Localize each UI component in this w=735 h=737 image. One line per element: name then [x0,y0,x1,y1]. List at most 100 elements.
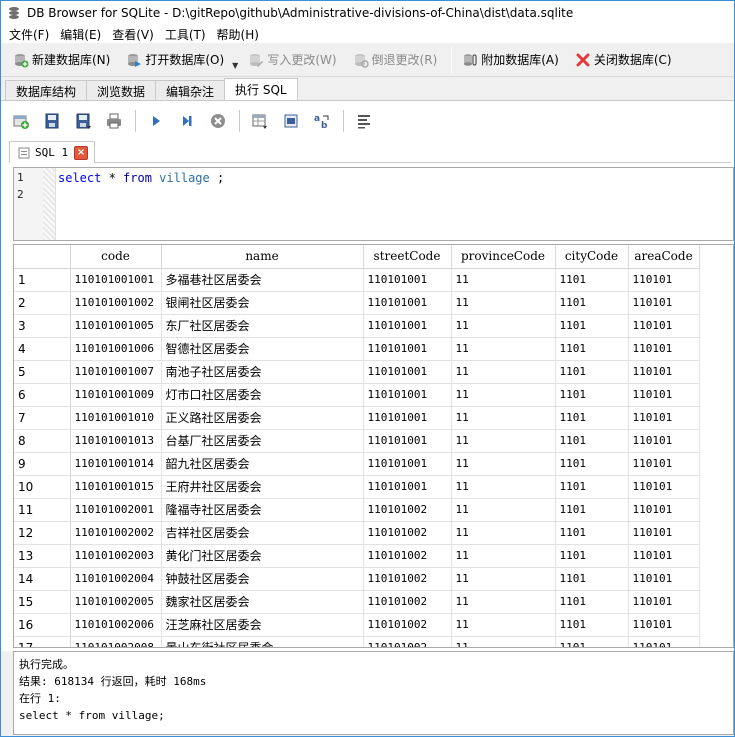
open-tab-button[interactable] [9,109,33,133]
cell-areacode[interactable]: 110101 [628,475,700,499]
cell-code[interactable]: 110101001001 [70,268,162,292]
cell-provincecode[interactable]: 11 [451,475,556,499]
cell-code[interactable]: 110101002008 [70,636,162,647]
table-row[interactable]: 16 110101002006 汪芝麻社区居委会 110101002 11 1101 110… [14,613,700,637]
table-row[interactable]: 10 110101001015 王府井社区居委会 110101001 11 1101 110… [14,475,700,499]
tab-database-structure[interactable]: 数据库结构 [5,80,88,100]
cell-citycode[interactable]: 1101 [555,521,629,545]
find-replace-button[interactable]: ab [310,109,334,133]
cell-citycode[interactable]: 1101 [555,406,629,430]
cell-areacode[interactable]: 110101 [628,429,700,453]
cell-streetcode[interactable]: 110101001 [363,268,452,292]
table-row[interactable]: 15 110101002005 魏家社区居委会 110101002 11 1101 1101… [14,590,700,614]
row-number[interactable]: 7 [14,406,71,430]
cell-areacode[interactable]: 110101 [628,337,700,361]
cell-streetcode[interactable]: 110101001 [363,452,452,476]
table-row[interactable]: 6 110101001009 灯市口社区居委会 110101001 11 1101 1101… [14,383,700,407]
cell-citycode[interactable]: 1101 [555,314,629,338]
cell-name[interactable]: 黄化门社区居委会 [161,544,364,568]
open-database-button[interactable]: 打开数据库(O) [122,47,228,73]
cell-streetcode[interactable]: 110101002 [363,590,452,614]
cell-code[interactable]: 110101001010 [70,406,162,430]
cell-provincecode[interactable]: 11 [451,521,556,545]
write-changes-button[interactable]: 写入更改(W) [244,47,340,73]
cell-name[interactable]: 汪芝麻社区居委会 [161,613,364,637]
execute-all-button[interactable] [144,109,168,133]
execute-current-line-button[interactable] [175,109,199,133]
row-number[interactable]: 6 [14,383,71,407]
cell-code[interactable]: 110101001002 [70,291,162,315]
cell-areacode[interactable]: 110101 [628,567,700,591]
cell-name[interactable]: 南池子社区居委会 [161,360,364,384]
tab-browse-data[interactable]: 浏览数据 [86,80,157,100]
column-header-citycode[interactable]: cityCode [555,245,629,269]
open-sql-file-button[interactable] [40,109,64,133]
row-number[interactable]: 16 [14,613,71,637]
cell-code[interactable]: 110101002003 [70,544,162,568]
cell-citycode[interactable]: 1101 [555,383,629,407]
cell-provincecode[interactable]: 11 [451,360,556,384]
cell-streetcode[interactable]: 110101002 [363,521,452,545]
print-button[interactable] [102,109,126,133]
row-number[interactable]: 11 [14,498,71,522]
cell-areacode[interactable]: 110101 [628,544,700,568]
menu-edit[interactable]: 编辑(E) [56,26,108,43]
cell-code[interactable]: 110101002006 [70,613,162,637]
cell-name[interactable]: 台基厂社区居委会 [161,429,364,453]
attach-database-button[interactable]: 附加数据库(A) [458,47,563,73]
find-text-button[interactable] [279,109,303,133]
cell-areacode[interactable]: 110101 [628,291,700,315]
row-number[interactable]: 4 [14,337,71,361]
cell-provincecode[interactable]: 11 [451,544,556,568]
cell-provincecode[interactable]: 11 [451,636,556,647]
row-number[interactable]: 9 [14,452,71,476]
menu-tools[interactable]: 工具(T) [161,26,213,43]
cell-citycode[interactable]: 1101 [555,567,629,591]
row-number[interactable]: 1 [14,268,71,292]
revert-changes-button[interactable]: 倒退更改(R) [349,47,442,73]
cell-provincecode[interactable]: 11 [451,613,556,637]
cell-name[interactable]: 东厂社区居委会 [161,314,364,338]
menu-help[interactable]: 帮助(H) [213,26,266,43]
cell-citycode[interactable]: 1101 [555,291,629,315]
cell-areacode[interactable]: 110101 [628,406,700,430]
tab-execute-sql[interactable]: 执行 SQL [224,78,298,100]
cell-name[interactable]: 银闸社区居委会 [161,291,364,315]
cell-streetcode[interactable]: 110101002 [363,567,452,591]
cell-areacode[interactable]: 110101 [628,383,700,407]
cell-code[interactable]: 110101001015 [70,475,162,499]
cell-provincecode[interactable]: 11 [451,383,556,407]
cell-code[interactable]: 110101002002 [70,521,162,545]
table-row[interactable]: 14 110101002004 钟鼓社区居委会 110101002 11 1101 1101… [14,567,700,591]
cell-streetcode[interactable]: 110101002 [363,613,452,637]
table-row[interactable]: 3 110101001005 东厂社区居委会 110101001 11 1101 11010… [14,314,700,338]
cell-streetcode[interactable]: 110101002 [363,498,452,522]
table-row[interactable]: 4 110101001006 智德社区居委会 110101001 11 1101 11010… [14,337,700,361]
cell-code[interactable]: 110101001013 [70,429,162,453]
cell-streetcode[interactable]: 110101001 [363,406,452,430]
tab-edit-pragmas[interactable]: 编辑杂注 [155,80,226,100]
cell-areacode[interactable]: 110101 [628,636,700,647]
row-number[interactable]: 13 [14,544,71,568]
column-header-streetcode[interactable]: streetCode [363,245,452,269]
row-number[interactable]: 5 [14,360,71,384]
row-number[interactable]: 17 [14,636,71,647]
row-number[interactable]: 2 [14,291,71,315]
column-header-code[interactable]: code [70,245,162,269]
cell-streetcode[interactable]: 110101001 [363,337,452,361]
menu-view[interactable]: 查看(V) [108,26,161,43]
cell-name[interactable]: 正义路社区居委会 [161,406,364,430]
cell-code[interactable]: 110101002005 [70,590,162,614]
cell-provincecode[interactable]: 11 [451,429,556,453]
cell-name[interactable]: 韶九社区居委会 [161,452,364,476]
row-number[interactable]: 3 [14,314,71,338]
column-header-areacode[interactable]: areaCode [628,245,700,269]
save-results-button[interactable] [248,109,272,133]
cell-areacode[interactable]: 110101 [628,590,700,614]
cell-citycode[interactable]: 1101 [555,429,629,453]
cell-areacode[interactable]: 110101 [628,521,700,545]
cell-streetcode[interactable]: 110101001 [363,383,452,407]
cell-provincecode[interactable]: 11 [451,268,556,292]
row-number[interactable]: 12 [14,521,71,545]
cell-code[interactable]: 110101001007 [70,360,162,384]
